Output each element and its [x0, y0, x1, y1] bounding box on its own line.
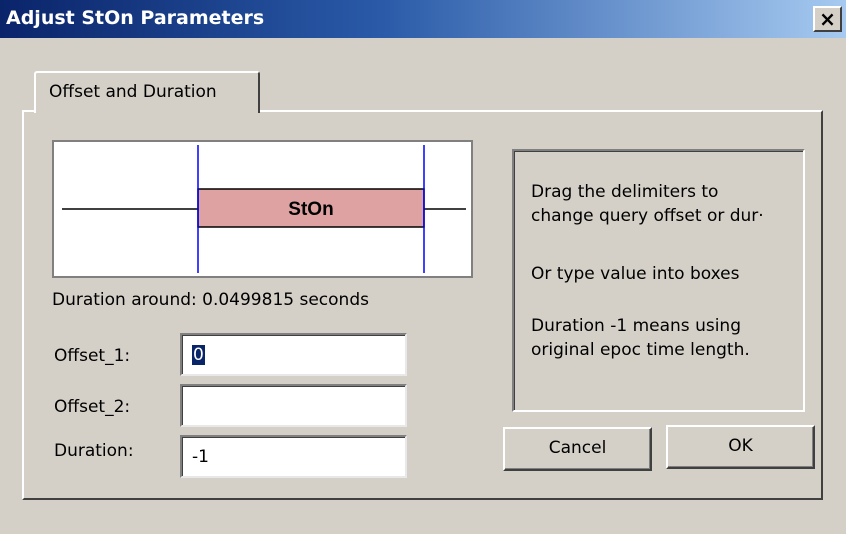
tab-label: Offset and Duration — [49, 82, 217, 102]
close-button[interactable]: × — [813, 6, 842, 32]
info-line-5: original epoc time length. — [531, 340, 750, 360]
offset-2-field[interactable] — [180, 384, 407, 427]
offset-1-field[interactable]: 0 — [180, 333, 407, 376]
duration-field[interactable] — [180, 435, 407, 478]
timeline-svg: StOn — [62, 145, 466, 273]
ok-button[interactable]: OK — [666, 425, 815, 469]
timeline-diagram[interactable]: StOn — [52, 140, 473, 278]
title-bar[interactable]: Adjust StOn Parameters × — [0, 0, 846, 38]
info-line-4: Duration -1 means using — [531, 316, 741, 336]
ston-bar-label: StOn — [288, 199, 333, 220]
duration-label: Duration: — [54, 441, 134, 461]
tab-offset-and-duration[interactable]: Offset and Duration — [34, 71, 260, 113]
info-panel: Drag the delimiters to change query offs… — [512, 149, 805, 412]
duration-around-text: Duration around: 0.0499815 seconds — [52, 290, 369, 310]
cancel-button[interactable]: Cancel — [503, 427, 652, 471]
offset-1-value: 0 — [192, 344, 205, 365]
offset-1-label: Offset_1: — [54, 346, 131, 366]
info-line-2: change query offset or dur· — [531, 206, 764, 226]
info-line-3: Or type value into boxes — [531, 264, 740, 284]
close-icon: × — [819, 7, 836, 31]
window-title: Adjust StOn Parameters — [6, 7, 265, 29]
info-line-1: Drag the delimiters to — [531, 182, 719, 202]
offset-2-label: Offset_2: — [54, 397, 131, 417]
